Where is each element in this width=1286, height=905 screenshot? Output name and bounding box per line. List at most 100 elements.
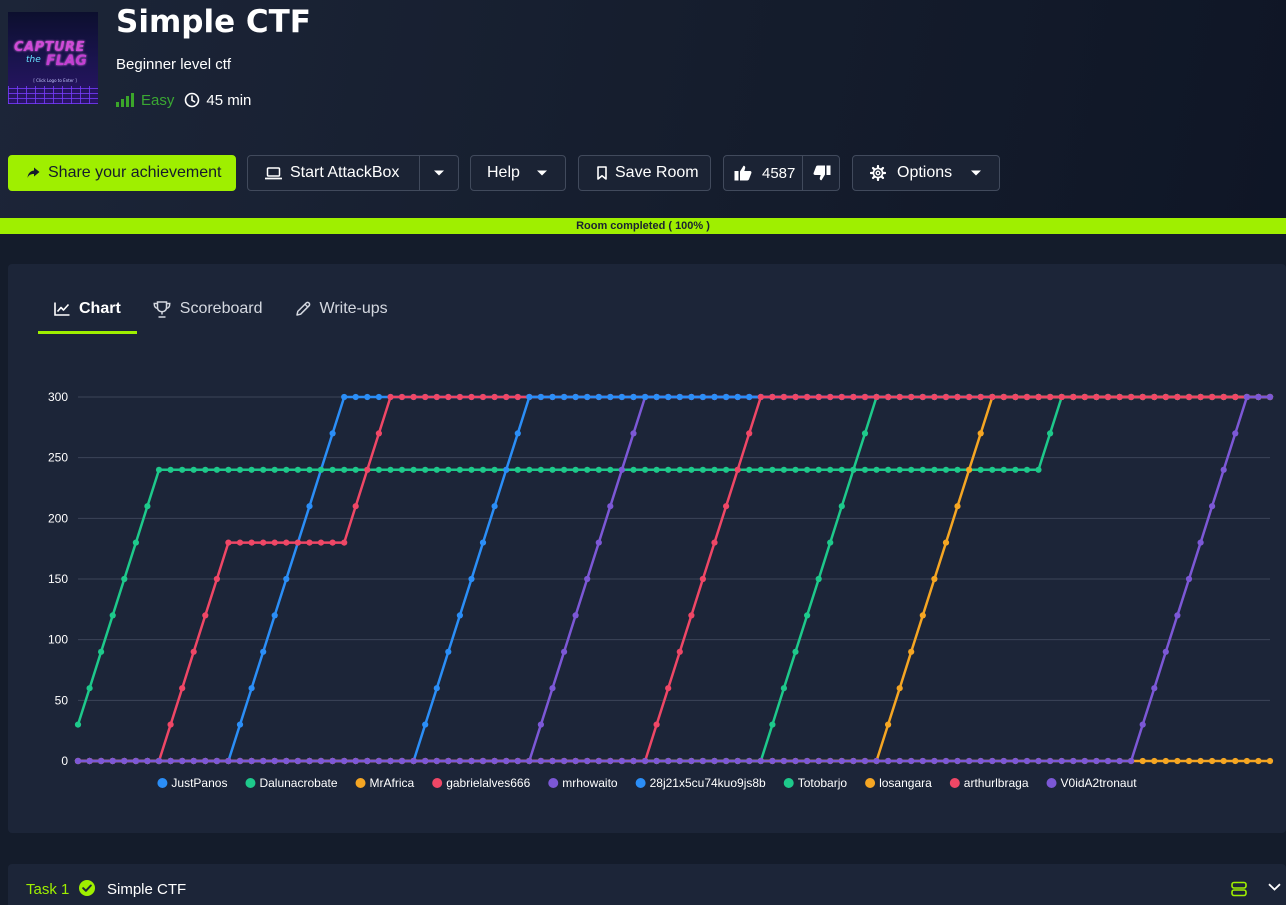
data-point xyxy=(954,393,961,401)
data-point xyxy=(98,757,105,765)
data-point xyxy=(757,393,764,401)
data-point xyxy=(398,393,406,401)
data-point xyxy=(618,757,626,765)
data-point xyxy=(1093,757,1100,765)
data-point xyxy=(607,466,614,473)
data-point xyxy=(584,575,591,583)
y-tick-label: 200 xyxy=(48,511,68,525)
vote-divider xyxy=(802,156,803,190)
data-point xyxy=(665,393,672,401)
data-point xyxy=(514,757,521,765)
attackbox-dropdown-icon[interactable] xyxy=(433,169,445,177)
data-point xyxy=(283,539,290,546)
data-point xyxy=(1209,757,1216,765)
data-point xyxy=(422,757,429,765)
help-button[interactable]: Help xyxy=(470,155,566,191)
data-point xyxy=(919,393,926,401)
data-point xyxy=(1151,685,1158,692)
task-number: Task 1 xyxy=(26,881,70,898)
room-logo[interactable]: CAPTURE the FLAG [ Click Logo to Enter ] xyxy=(8,12,98,104)
thumbs-down-icon[interactable] xyxy=(813,165,831,181)
data-point xyxy=(271,612,278,619)
logo-grid xyxy=(8,86,98,104)
data-point xyxy=(989,393,996,401)
data-point xyxy=(236,539,244,546)
logo-text-the: the xyxy=(26,55,41,65)
data-point xyxy=(445,393,452,401)
data-point xyxy=(1139,721,1146,728)
server-icon[interactable] xyxy=(1231,881,1247,897)
data-point xyxy=(1023,757,1031,765)
data-point xyxy=(109,612,116,619)
data-point xyxy=(607,393,614,401)
save-room-button[interactable]: Save Room xyxy=(578,155,711,191)
data-point xyxy=(167,721,174,728)
data-point xyxy=(1116,393,1123,401)
legend-swatch xyxy=(949,778,960,788)
data-point xyxy=(514,466,521,473)
chevron-down-icon[interactable] xyxy=(1268,883,1281,891)
data-point xyxy=(271,539,278,546)
data-point xyxy=(213,466,220,473)
data-point xyxy=(1070,757,1077,765)
data-point xyxy=(896,466,903,473)
data-point xyxy=(908,757,915,765)
data-point xyxy=(688,757,695,765)
data-point xyxy=(908,648,915,655)
data-point xyxy=(341,757,348,765)
legend-swatch xyxy=(355,778,366,788)
data-point xyxy=(352,393,359,401)
attackbox-label: Start AttackBox xyxy=(290,164,400,181)
y-tick-label: 300 xyxy=(48,390,68,404)
options-button[interactable]: Options xyxy=(852,155,1000,191)
data-point xyxy=(780,393,788,401)
data-point xyxy=(364,393,371,401)
data-point xyxy=(908,393,915,401)
data-point xyxy=(74,721,82,728)
data-point xyxy=(132,539,139,546)
share-achievement-button[interactable]: Share your achievement xyxy=(8,155,236,191)
data-point xyxy=(491,503,498,510)
data-point xyxy=(699,466,707,473)
data-point xyxy=(283,575,290,583)
data-point xyxy=(966,757,973,765)
data-point xyxy=(86,685,93,692)
data-point xyxy=(526,393,533,401)
task-1-header[interactable]: Task 1 Simple CTF xyxy=(8,864,1286,905)
thumbs-up-icon[interactable] xyxy=(734,165,752,181)
clock-icon xyxy=(185,92,200,108)
data-point xyxy=(491,393,498,401)
data-point xyxy=(850,757,857,765)
data-point xyxy=(1243,393,1250,401)
data-point xyxy=(815,466,822,473)
data-point xyxy=(954,503,961,510)
data-point xyxy=(549,757,556,765)
data-point xyxy=(630,393,637,401)
data-point xyxy=(746,393,753,401)
legend-label: gabrielalves666 xyxy=(446,776,530,790)
data-point xyxy=(688,393,695,401)
data-point xyxy=(1151,393,1158,401)
legend-swatch xyxy=(783,778,794,788)
data-point xyxy=(248,466,255,473)
data-point xyxy=(375,393,382,401)
data-point xyxy=(769,393,776,401)
start-attackbox-button[interactable]: Start AttackBox xyxy=(247,155,459,191)
data-point xyxy=(919,612,926,619)
data-point xyxy=(896,757,903,765)
data-point xyxy=(1266,393,1274,401)
data-point xyxy=(1220,757,1227,765)
share-label: Share your achievement xyxy=(48,164,222,181)
data-point xyxy=(838,757,845,765)
legend-swatch xyxy=(548,778,559,788)
legend-swatch xyxy=(157,778,168,788)
data-point xyxy=(896,685,903,692)
data-point xyxy=(1035,757,1042,765)
data-point xyxy=(630,430,637,437)
data-point xyxy=(642,393,649,401)
data-point xyxy=(815,757,822,765)
data-point xyxy=(561,466,568,473)
data-point xyxy=(1162,757,1169,765)
legend-label: V0idA2tronaut xyxy=(1061,776,1138,790)
data-point xyxy=(1012,393,1019,401)
